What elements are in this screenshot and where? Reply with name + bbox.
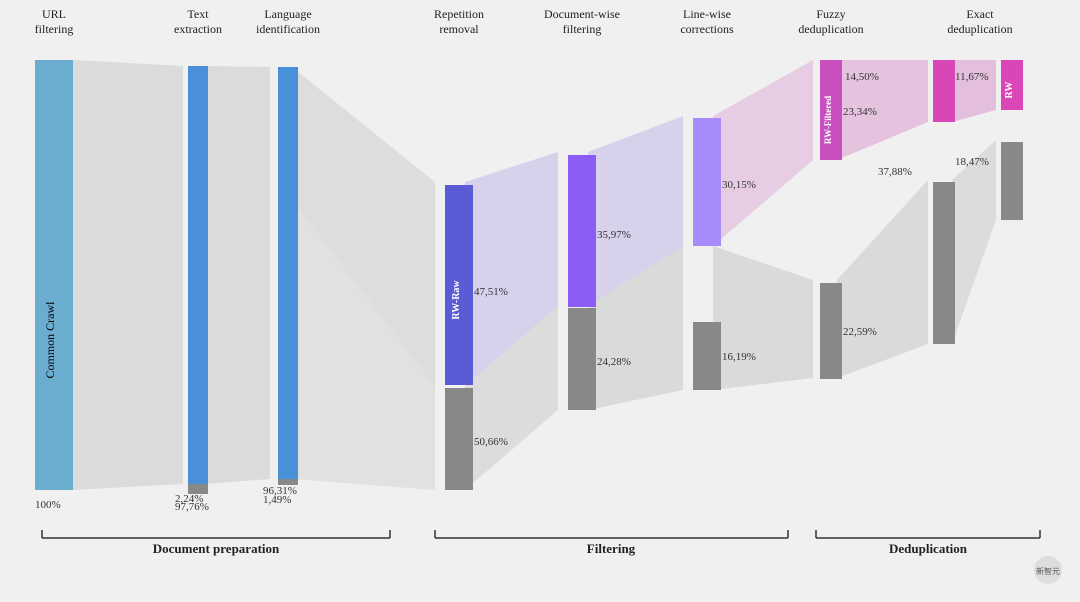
header-exact: Exact xyxy=(966,7,994,21)
header-docwise: Document-wise xyxy=(544,7,620,21)
pct-1-49: 1,49% xyxy=(263,494,291,506)
bar-docwise-purple xyxy=(568,155,596,307)
group-label-filtering: Filtering xyxy=(587,541,636,556)
bar-exact-gray2 xyxy=(1001,142,1023,220)
pct-50-66: 50,66% xyxy=(474,436,508,448)
bar-lang-id xyxy=(278,67,298,479)
group-label-doc-prep: Document preparation xyxy=(153,541,280,556)
pct-24-28: 24,28% xyxy=(597,356,631,368)
header-rep-removal2: removal xyxy=(439,22,479,36)
label-rw: RW xyxy=(1004,82,1015,99)
header-fuzzy: Fuzzy xyxy=(816,7,845,21)
bar-docwise-gray xyxy=(568,308,596,410)
bar-fuzzy-gray xyxy=(820,283,842,379)
group-label-dedup: Deduplication xyxy=(889,541,968,556)
header-exact2: deduplication xyxy=(947,22,1012,36)
bar-reprem-gray xyxy=(445,388,473,490)
pct-14-50: 14,50% xyxy=(845,71,879,83)
header-linewise: Line-wise xyxy=(683,7,731,21)
header-text-extraction2: extraction xyxy=(174,22,222,36)
header-rep-removal: Repetition xyxy=(434,7,484,21)
chart-container: Common Crawl 100% 97,76% 2,24% 96,31% 1,… xyxy=(0,0,1080,602)
pct-22-59: 22,59% xyxy=(843,326,877,338)
bar-exact-pink1 xyxy=(933,60,955,122)
pct-11-67: 11,67% xyxy=(955,71,989,83)
header-fuzzy2: deduplication xyxy=(798,22,863,36)
header-linewise2: corrections xyxy=(680,22,734,36)
header-text-extraction: Text xyxy=(187,7,209,21)
pct-37-88: 37,88% xyxy=(878,166,912,178)
bar-linewise-gray xyxy=(693,322,721,390)
pct-18-47: 18,47% xyxy=(955,156,989,168)
header-url-filtering: URL xyxy=(42,7,66,21)
label-common-crawl: Common Crawl xyxy=(43,301,57,379)
pct-2-24: 2,24% xyxy=(175,493,203,505)
pct-47-51: 47,51% xyxy=(474,286,508,298)
bar-linewise-purple xyxy=(693,118,721,246)
pct-16-19: 16,19% xyxy=(722,351,756,363)
pct-30-15: 30,15% xyxy=(722,179,756,191)
bar-common-crawl xyxy=(35,60,73,490)
label-rw-filtered: RW-Filtered xyxy=(823,96,833,144)
pct-35-97: 35,97% xyxy=(597,229,631,241)
bar-exact-gray1 xyxy=(933,182,955,344)
label-rw-raw: RW-Raw xyxy=(451,280,462,320)
watermark-text: 新智元 xyxy=(1036,566,1060,576)
bar-text-extraction xyxy=(188,66,208,484)
header-lang-id: Language xyxy=(264,7,311,21)
pct-23-34: 23,34% xyxy=(843,106,877,118)
header-docwise2: filtering xyxy=(563,22,602,36)
header-url-filtering2: filtering xyxy=(35,22,74,36)
pct-100: 100% xyxy=(35,499,61,511)
header-lang-id2: identification xyxy=(256,22,320,36)
